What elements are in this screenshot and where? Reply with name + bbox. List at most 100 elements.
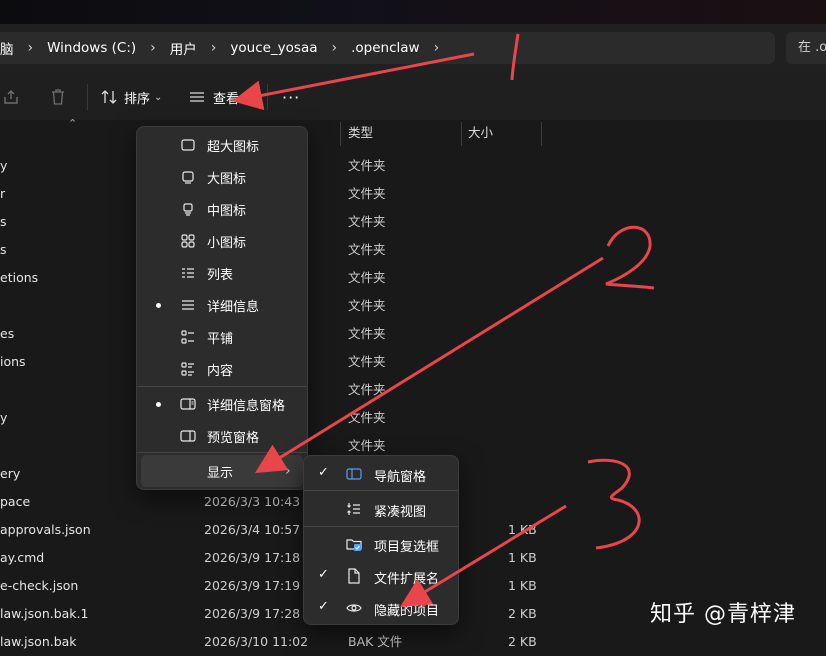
- file-name[interactable]: e-check.json: [0, 578, 78, 594]
- table-row[interactable]: [0, 236, 826, 264]
- table-row[interactable]: [0, 628, 826, 656]
- file-name[interactable]: ions: [0, 354, 26, 370]
- breadcrumb-item[interactable]: youce_yosaa: [230, 40, 317, 56]
- file-name[interactable]: law.json.bak: [0, 634, 77, 650]
- view-menu-item[interactable]: 列表: [137, 257, 307, 289]
- medium-icons-icon: [180, 201, 196, 217]
- menu-item-label: 详细信息窗格: [207, 398, 286, 414]
- table-row[interactable]: [0, 292, 826, 320]
- menu-item-label: 小图标: [207, 235, 247, 251]
- content-icon: [180, 361, 196, 377]
- file-type: 文件夹: [348, 158, 386, 173]
- column-divider: [340, 122, 341, 146]
- table-row[interactable]: [0, 152, 826, 180]
- file-name[interactable]: law.json.bak.1: [0, 606, 88, 622]
- file-size: 2 KB: [508, 634, 537, 649]
- table-row[interactable]: [0, 320, 826, 348]
- view-menu-item[interactable]: 详细信息: [137, 289, 307, 321]
- chevron-right-icon: ›: [285, 463, 291, 479]
- toolbar-divider: [87, 84, 88, 110]
- file-type: 文件夹: [348, 214, 386, 229]
- view-menu-item[interactable]: 预览窗格: [137, 420, 307, 452]
- column-header-type[interactable]: 类型: [348, 120, 373, 146]
- hidden-items-icon: [346, 600, 362, 616]
- navigation-pane-icon: [346, 466, 362, 482]
- breadcrumb-item[interactable]: 用户: [170, 38, 197, 58]
- table-row[interactable]: [0, 348, 826, 376]
- show-submenu-item[interactable]: ✓ 隐藏的项目: [304, 592, 458, 624]
- table-row[interactable]: [0, 208, 826, 236]
- view-menu-item[interactable]: 中图标: [137, 193, 307, 225]
- view-label: 查看: [213, 91, 240, 107]
- more-options-button[interactable]: ···: [282, 80, 300, 114]
- submenu-item-label: 文件扩展名: [374, 572, 440, 587]
- file-type: 文件夹: [348, 410, 386, 425]
- table-row[interactable]: [0, 376, 826, 404]
- view-menu-item[interactable]: 平铺: [137, 321, 307, 353]
- menu-item-label: 平铺: [207, 331, 234, 347]
- menu-divider: [137, 386, 307, 387]
- checkmark-icon: ✓: [318, 465, 329, 480]
- view-menu-item[interactable]: 详细信息窗格: [137, 388, 307, 420]
- file-type: BAK 文件: [348, 634, 403, 649]
- breadcrumb-item[interactable]: 脑: [0, 38, 14, 58]
- chevron-right-icon: ›: [331, 40, 338, 56]
- file-type: 文件夹: [348, 382, 386, 397]
- file-name[interactable]: y: [0, 158, 7, 174]
- view-menu-item[interactable]: 大图标: [137, 161, 307, 193]
- share-button[interactable]: [2, 80, 20, 114]
- table-row[interactable]: [0, 264, 826, 292]
- compact-view-icon: [346, 501, 362, 517]
- show-submenu-item[interactable]: 紧凑视图: [304, 493, 458, 525]
- view-menu: 超大图标大图标中图标小图标列表详细信息平铺内容 详细信息窗格预览窗格 显示 ›: [136, 126, 308, 490]
- file-type: 文件夹: [348, 270, 386, 285]
- view-menu-item[interactable]: 超大图标: [137, 129, 307, 161]
- breadcrumb-item[interactable]: .openclaw: [351, 40, 419, 56]
- file-name[interactable]: s: [0, 242, 7, 258]
- file-size: 2 KB: [508, 606, 537, 621]
- extra-large-icons-icon: [180, 137, 196, 153]
- column-header-size[interactable]: 大小: [468, 120, 493, 146]
- view-menu-item[interactable]: 小图标: [137, 225, 307, 257]
- file-name[interactable]: r: [0, 186, 5, 202]
- preview-pane-icon: [180, 428, 196, 444]
- menu-item-label: 列表: [207, 267, 234, 283]
- file-name[interactable]: etions: [0, 270, 38, 286]
- file-name[interactable]: s: [0, 214, 7, 230]
- chevron-right-icon: ›: [150, 40, 156, 56]
- sort-button[interactable]: 排序 ⌄: [100, 80, 162, 114]
- checkmark-icon: ✓: [318, 567, 329, 582]
- file-size: 1 KB: [508, 522, 537, 537]
- file-name[interactable]: es: [0, 326, 14, 342]
- file-name[interactable]: y: [0, 410, 7, 426]
- file-size: 1 KB: [508, 578, 537, 593]
- column-divider: [461, 122, 462, 146]
- show-submenu-item[interactable]: ✓ 导航窗格: [304, 458, 458, 490]
- submenu-item-label: 紧凑视图: [374, 505, 427, 520]
- file-name[interactable]: ery: [0, 466, 20, 482]
- table-row[interactable]: [0, 404, 826, 432]
- show-submenu-item[interactable]: ✓ 文件扩展名: [304, 560, 458, 592]
- delete-button[interactable]: [49, 80, 67, 114]
- show-submenu: ✓ 导航窗格紧凑视图项目复选框 ✓ 文件扩展名 ✓ 隐藏的项目: [303, 455, 459, 625]
- file-name[interactable]: ay.cmd: [0, 550, 44, 566]
- submenu-item-label: 导航窗格: [374, 470, 427, 485]
- search-input[interactable]: 在 .o: [786, 32, 826, 64]
- tiles-icon: [180, 329, 196, 345]
- breadcrumb-item[interactable]: Windows (C:): [47, 40, 136, 56]
- table-row[interactable]: [0, 180, 826, 208]
- view-button[interactable]: 查看: [188, 80, 239, 114]
- menu-divider: [304, 490, 458, 491]
- menu-item-label: 大图标: [207, 171, 247, 187]
- chevron-up-icon: ⌃: [68, 117, 78, 130]
- view-icon: [190, 92, 204, 102]
- file-name[interactable]: pace: [0, 494, 30, 510]
- file-type: 文件夹: [348, 354, 386, 369]
- details-icon: [180, 297, 196, 313]
- show-submenu-item[interactable]: 项目复选框: [304, 528, 458, 560]
- show-menu-item[interactable]: 显示 ›: [141, 455, 303, 487]
- small-icons-icon: [180, 233, 196, 249]
- breadcrumb[interactable]: 脑 › Windows (C:) › 用户 › youce_yosaa › .o…: [0, 32, 775, 64]
- file-name[interactable]: approvals.json: [0, 522, 91, 538]
- view-menu-item[interactable]: 内容: [137, 353, 307, 385]
